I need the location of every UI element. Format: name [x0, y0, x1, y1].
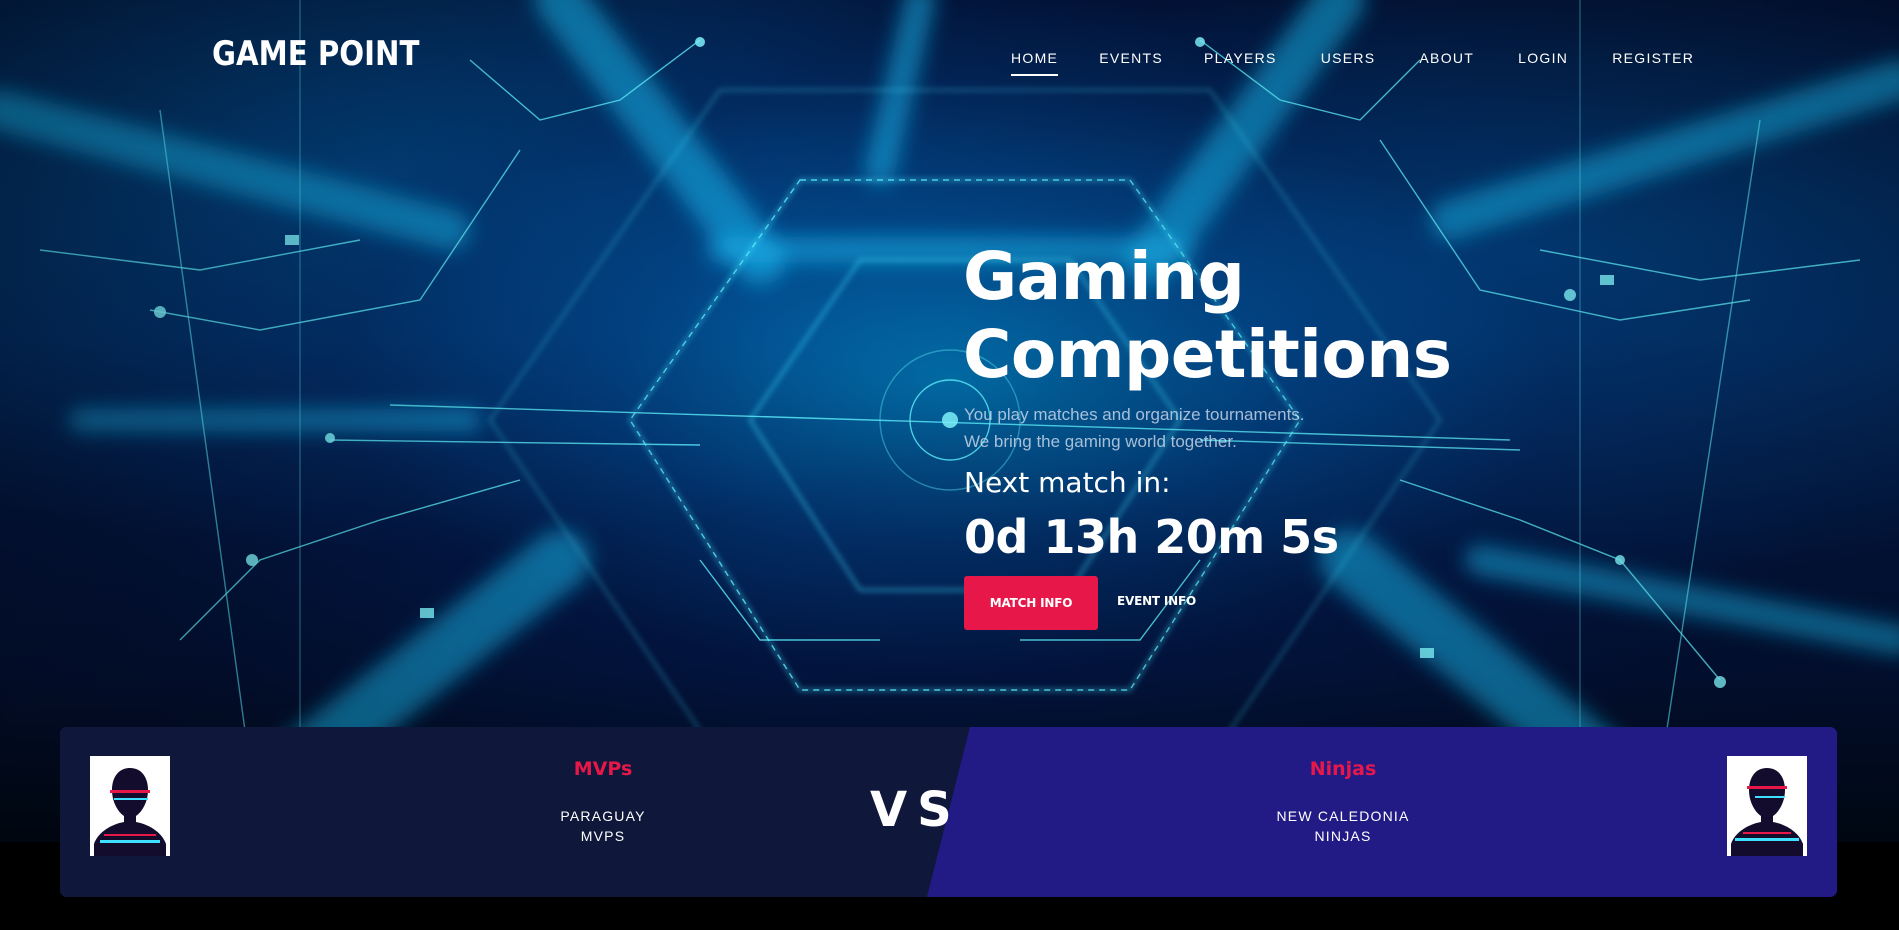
hero-background	[0, 0, 1899, 842]
site-logo[interactable]: GAME POINT	[212, 34, 419, 74]
team2-country: NEW CALEDONIA	[1276, 808, 1410, 824]
team2-avatar-icon	[1727, 756, 1807, 856]
team1-country: PARAGUAY	[560, 808, 646, 824]
hero-title-line2: Competitions	[963, 316, 1452, 393]
team1-details: PARAGUAY MVPS	[473, 806, 733, 846]
main-nav: HOME EVENTS PLAYERS USERS ABOUT LOGIN RE…	[1011, 50, 1694, 76]
match-card[interactable]: MVPs PARAGUAY MVPS VS Ninjas NEW CALEDON…	[60, 727, 1837, 897]
nav-about[interactable]: ABOUT	[1419, 50, 1474, 66]
team1-short: MVPS	[580, 828, 626, 844]
nav-events[interactable]: EVENTS	[1099, 50, 1163, 66]
nav-users[interactable]: USERS	[1321, 50, 1376, 66]
hero-subtitle-line1: You play matches and organize tournament…	[964, 405, 1305, 424]
hero-title-line1: Gaming	[963, 238, 1245, 315]
team2-short: NINJAS	[1314, 828, 1372, 844]
next-match-label: Next match in:	[964, 466, 1171, 499]
team2-details: NEW CALEDONIA NINJAS	[1213, 806, 1473, 846]
event-info-button[interactable]: EVENT INFO	[1117, 594, 1196, 608]
nav-login[interactable]: LOGIN	[1518, 50, 1568, 66]
nav-players[interactable]: PLAYERS	[1204, 50, 1277, 66]
team2-avatar	[1727, 756, 1807, 856]
team2-name[interactable]: Ninjas	[1213, 758, 1473, 780]
hero-subtitle-line2: We bring the gaming world together.	[964, 432, 1237, 451]
nav-home[interactable]: HOME	[1011, 50, 1059, 76]
hero-subtitle: You play matches and organize tournament…	[964, 401, 1305, 455]
team1-avatar-icon	[90, 756, 170, 856]
team1-avatar	[90, 756, 170, 856]
team1-name[interactable]: MVPs	[473, 758, 733, 780]
match-info-button[interactable]: MATCH INFO	[964, 576, 1098, 630]
vs-label: VS	[870, 782, 962, 838]
hero-title: Gaming Competitions	[963, 238, 1452, 394]
nav-register[interactable]: REGISTER	[1612, 50, 1694, 66]
countdown-timer: 0d 13h 20m 5s	[964, 510, 1339, 564]
